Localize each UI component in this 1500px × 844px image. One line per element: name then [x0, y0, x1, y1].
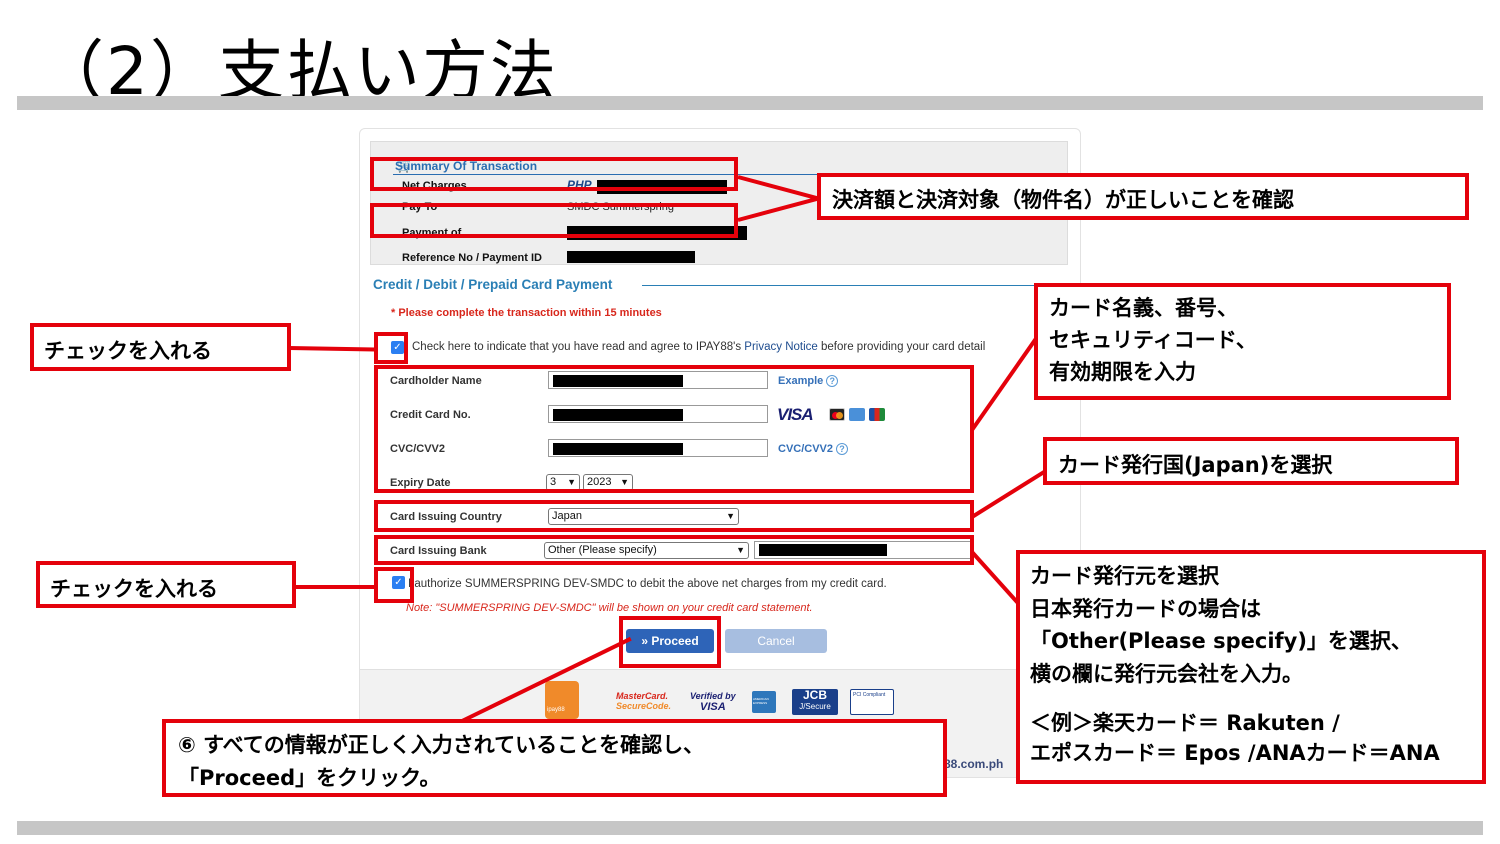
highlight-payment-of: [370, 203, 738, 238]
cancel-button[interactable]: Cancel: [725, 629, 827, 653]
authorize-text: I authorize SUMMERSPRING DEV-SMDC to deb…: [408, 578, 887, 590]
highlight-proceed-button: [619, 616, 721, 668]
pci-compliant-logo: PCI Compliant: [850, 689, 894, 715]
amex-logo-text: AMERICAN EXPRESS: [753, 697, 769, 705]
pci-logo-text: PCI Compliant: [853, 692, 886, 698]
ipay88-logo-text: ipay88: [547, 707, 565, 713]
bottom-divider: [17, 821, 1483, 835]
title-divider: [17, 96, 1483, 110]
highlight-net-charges: [370, 157, 738, 191]
proceed-line2: 「Proceed」をクリック。: [178, 766, 441, 790]
agree-tail: before providing your card detail: [821, 341, 986, 353]
verified-by-visa-logo: Verified by VISA: [690, 691, 736, 713]
connector-check1: [288, 346, 376, 352]
callout-card-info: カード名義、番号、 セキュリティコード、 有効期限を入力: [1034, 283, 1451, 400]
jcb-line1: JCB: [802, 688, 827, 702]
mastercard-line1: MasterCard.: [616, 691, 669, 701]
time-limit-warning: * Please complete the transaction within…: [391, 307, 662, 319]
mastercard-line2: SecureCode.: [616, 701, 672, 711]
jcb-jsecure-logo: JCB J/Secure: [792, 689, 838, 715]
footer-domain: 88.com.ph: [944, 757, 1004, 771]
highlight-country: [374, 500, 974, 532]
mastercard-securecode-logo: MasterCard. SecureCode.: [616, 691, 671, 711]
connector-check2: [294, 585, 376, 589]
callout-country: カード発行国(Japan)を選択: [1043, 437, 1459, 485]
bank-line1: カード発行元を選択: [1030, 564, 1219, 588]
privacy-agree-text: Check here to indicate that you have rea…: [412, 341, 985, 353]
callout-proceed: ⑥ すべての情報が正しく入力されていることを確認し、 「Proceed」をクリッ…: [162, 719, 947, 797]
verified-line2: VISA: [700, 701, 726, 713]
callout-check-authorize: チェックを入れる: [36, 561, 296, 608]
highlight-card-fields: [374, 365, 974, 493]
callout-bank: カード発行元を選択 日本発行カードの場合は 「Other(Please spec…: [1016, 550, 1486, 784]
highlight-bank: [374, 535, 974, 565]
highlight-privacy-checkbox: [374, 332, 408, 364]
privacy-notice-link[interactable]: Privacy Notice: [744, 341, 818, 353]
bank-line4: 横の欄に発行元会社を入力。: [1030, 661, 1303, 686]
bank-line2: 日本発行カードの場合は: [1030, 596, 1261, 621]
bank-line6: ＜例＞楽天カード＝ Rakuten /: [1030, 711, 1340, 735]
statement-note: Note: "SUMMERSPRING DEV-SMDC" will be sh…: [406, 602, 813, 614]
bank-line5: [1030, 690, 1482, 708]
card-info-line2: セキュリティコード、: [1049, 328, 1257, 352]
section-divider: [642, 285, 1072, 286]
card-info-line3: 有効期限を入力: [1049, 360, 1196, 384]
proceed-line1: ⑥ すべての情報が正しく入力されていることを確認し、: [178, 733, 705, 757]
highlight-authorize-checkbox: [374, 567, 414, 603]
jcb-line2: J/Secure: [799, 702, 831, 711]
callout-confirm-amount: 決済額と決済対象（物件名）が正しいことを確認: [817, 173, 1469, 220]
bank-line3: 「Other(Please specify)」を選択、: [1030, 629, 1412, 653]
amex-logo: AMERICAN EXPRESS: [752, 691, 776, 713]
card-payment-section-title: Credit / Debit / Prepaid Card Payment: [373, 277, 613, 292]
ipay88-logo: ipay88: [545, 681, 579, 719]
card-info-line1: カード名義、番号、: [1049, 296, 1238, 320]
agree-text: Check here to indicate that you have rea…: [412, 341, 742, 353]
bank-line7: エポスカード＝ Epos /ANAカード＝ANA: [1030, 741, 1440, 765]
redacted-reference: [567, 251, 695, 263]
reference-label: Reference No / Payment ID: [402, 252, 542, 264]
callout-check-privacy: チェックを入れる: [30, 323, 291, 371]
